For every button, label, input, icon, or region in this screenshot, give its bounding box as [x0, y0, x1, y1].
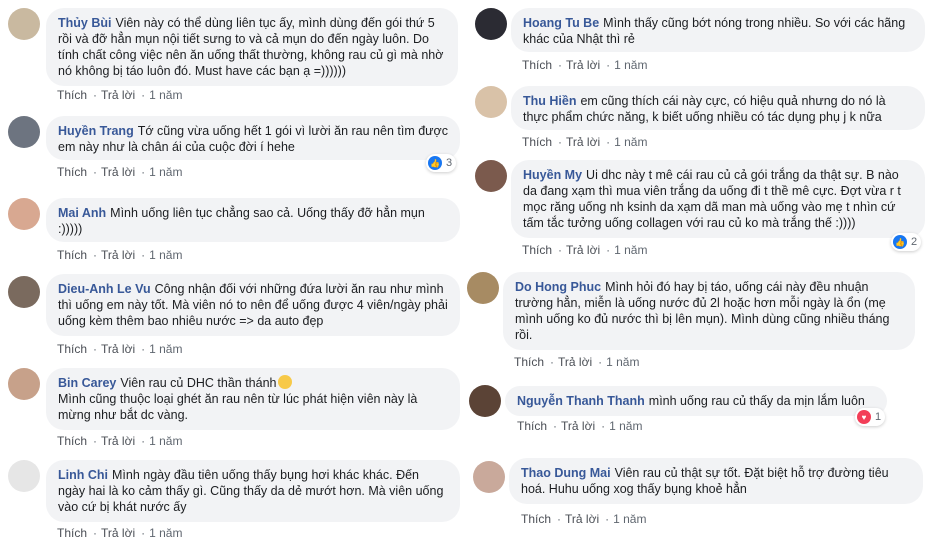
avatar[interactable] — [8, 116, 40, 148]
comment-text-continued: Mình cũng thuộc loại ghét ăn rau nên từ … — [58, 392, 418, 422]
comment-text: em cũng thích cái này cực, có hiệu quả n… — [523, 94, 886, 124]
comment-actions: Thích · Trả lời · 1 năm — [57, 88, 183, 102]
reaction-count[interactable]: ♥ 1 — [855, 408, 886, 426]
avatar[interactable] — [475, 160, 507, 192]
like-link[interactable]: Thích — [57, 88, 87, 102]
avatar[interactable] — [467, 272, 499, 304]
commenter-name[interactable]: Hoang Tu Be — [523, 16, 599, 30]
timestamp[interactable]: 1 năm — [606, 355, 639, 369]
like-link[interactable]: Thích — [57, 342, 87, 356]
timestamp[interactable]: 1 năm — [614, 243, 647, 257]
comment-actions: Thích · Trả lời · 1 năm — [522, 243, 648, 257]
comment-text: Viên rau củ DHC thần thánh — [120, 376, 277, 390]
comment-text: Viên này có thể dùng liên tục ấy, mình d… — [58, 16, 444, 78]
like-link[interactable]: Thích — [521, 512, 551, 526]
reaction-count[interactable]: 👍 3 — [426, 154, 457, 172]
comment-bubble: Hoang Tu Be Mình thấy cũng bớt nóng trong… — [511, 8, 925, 52]
commenter-name[interactable]: Do Hong Phuc — [515, 280, 601, 294]
comment-text: Mình uống liên tục chẳng sao cả. Uống th… — [58, 206, 425, 236]
reply-link[interactable]: Trả lời — [566, 58, 600, 72]
like-link[interactable]: Thích — [522, 135, 552, 149]
avatar[interactable] — [475, 8, 507, 40]
avatar[interactable] — [473, 461, 505, 493]
reply-link[interactable]: Trả lời — [101, 248, 135, 262]
reply-link[interactable]: Trả lời — [101, 434, 135, 448]
reply-link[interactable]: Trả lời — [101, 526, 135, 540]
reply-link[interactable]: Trả lời — [558, 355, 592, 369]
comment-text: Mình ngày đầu tiên uống thấy bụng hơi kh… — [58, 468, 444, 514]
comment-actions: Thích · Trả lời · 1 năm — [57, 248, 183, 262]
comment-bubble: Nguyễn Thanh Thanh mình uống rau củ thấy … — [505, 386, 887, 416]
like-link[interactable]: Thích — [57, 434, 87, 448]
reply-link[interactable]: Trả lời — [566, 243, 600, 257]
commenter-name[interactable]: Huyền Trang — [58, 124, 134, 138]
comment-actions: Thích · Trả lời · 1 năm — [517, 419, 643, 433]
commenter-name[interactable]: Nguyễn Thanh Thanh — [517, 394, 645, 408]
comment-bubble: Huyền My Ui dhc này t mê cái rau củ cả gó… — [511, 160, 925, 238]
reply-link[interactable]: Trả lời — [565, 512, 599, 526]
avatar[interactable] — [469, 385, 501, 417]
reply-link[interactable]: Trả lời — [101, 342, 135, 356]
comment-bubble: Mai Anh Mình uống liên tục chẳng sao cả. … — [46, 198, 460, 242]
reply-link[interactable]: Trả lời — [101, 88, 135, 102]
comment-bubble: Thủy Bùi Viên này có thể dùng liên tục ấy… — [46, 8, 458, 86]
timestamp[interactable]: 1 năm — [149, 248, 182, 262]
timestamp[interactable]: 1 năm — [609, 419, 642, 433]
commenter-name[interactable]: Thu Hiền — [523, 94, 576, 108]
commenter-name[interactable]: Dieu-Anh Le Vu — [58, 282, 151, 296]
comment-bubble: Thu Hiền em cũng thích cái này cực, có hi… — [511, 86, 925, 130]
like-link[interactable]: Thích — [57, 526, 87, 540]
avatar[interactable] — [8, 276, 40, 308]
commenter-name[interactable]: Thủy Bùi — [58, 16, 111, 30]
like-link[interactable]: Thích — [57, 165, 87, 179]
laughing-emoji-icon — [278, 375, 293, 389]
timestamp[interactable]: 1 năm — [149, 165, 182, 179]
comment-bubble: Bin Carey Viên rau củ DHC thần thánh Mình… — [46, 368, 460, 430]
avatar[interactable] — [8, 460, 40, 492]
like-link[interactable]: Thích — [522, 58, 552, 72]
avatar[interactable] — [475, 86, 507, 118]
commenter-name[interactable]: Linh Chi — [58, 468, 108, 482]
like-icon: 👍 — [428, 156, 442, 170]
comment-actions: Thích · Trả lời · 1 năm — [57, 526, 183, 540]
reply-link[interactable]: Trả lời — [101, 165, 135, 179]
timestamp[interactable]: 1 năm — [149, 342, 182, 356]
like-icon: 👍 — [893, 235, 907, 249]
like-link[interactable]: Thích — [514, 355, 544, 369]
timestamp[interactable]: 1 năm — [149, 526, 182, 540]
comment-bubble: Thao Dung Mai Viên rau củ thật sự tốt. Đặ… — [509, 458, 923, 504]
comment-actions: Thích · Trả lời · 1 năm — [57, 434, 183, 448]
comment-text: mình uống rau củ thấy da mịn lắm luôn — [648, 394, 865, 408]
commenter-name[interactable]: Mai Anh — [58, 206, 106, 220]
commenter-name[interactable]: Bin Carey — [58, 376, 116, 390]
commenter-name[interactable]: Huyền My — [523, 168, 582, 182]
timestamp[interactable]: 1 năm — [614, 135, 647, 149]
comment-actions: Thích · Trả lời · 1 năm — [57, 342, 183, 356]
avatar[interactable] — [8, 368, 40, 400]
like-link[interactable]: Thích — [517, 419, 547, 433]
like-link[interactable]: Thích — [522, 243, 552, 257]
avatar[interactable] — [8, 8, 40, 40]
avatar[interactable] — [8, 198, 40, 230]
reaction-count[interactable]: 👍 2 — [891, 233, 922, 251]
comment-actions: Thích · Trả lời · 1 năm — [522, 135, 648, 149]
comment-actions: Thích · Trả lời · 1 năm — [514, 355, 640, 369]
comment-bubble: Linh Chi Mình ngày đầu tiên uống thấy bụn… — [46, 460, 460, 522]
comment-actions: Thích · Trả lời · 1 năm — [57, 165, 183, 179]
comment-actions: Thích · Trả lời · 1 năm — [521, 512, 647, 526]
timestamp[interactable]: 1 năm — [613, 512, 646, 526]
comment-bubble: Dieu-Anh Le Vu Công nhận đối với những đứ… — [46, 274, 460, 336]
comment-bubble: Huyền Trang Tớ cũng vừa uống hết 1 gói vì… — [46, 116, 460, 160]
timestamp[interactable]: 1 năm — [149, 434, 182, 448]
comment-bubble: Do Hong Phuc Mình hỏi đó hay bị táo, uống… — [503, 272, 915, 350]
commenter-name[interactable]: Thao Dung Mai — [521, 466, 611, 480]
timestamp[interactable]: 1 năm — [149, 88, 182, 102]
reply-link[interactable]: Trả lời — [561, 419, 595, 433]
reply-link[interactable]: Trả lời — [566, 135, 600, 149]
heart-icon: ♥ — [857, 410, 871, 424]
timestamp[interactable]: 1 năm — [614, 58, 647, 72]
comment-actions: Thích · Trả lời · 1 năm — [522, 58, 648, 72]
like-link[interactable]: Thích — [57, 248, 87, 262]
